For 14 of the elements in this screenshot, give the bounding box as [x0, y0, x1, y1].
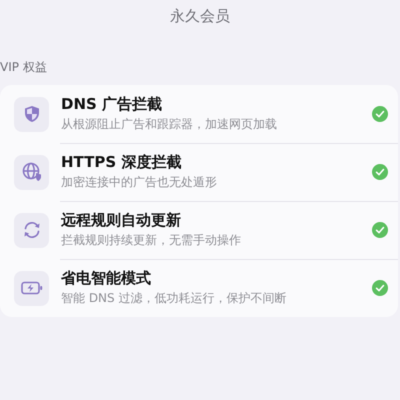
page-title: 永久会员 [169, 6, 231, 27]
benefit-description: 拦截规则持续更新，无需手动操作 [61, 232, 242, 249]
benefit-title: 省电智能模式 [61, 269, 152, 288]
sync-icon [22, 221, 42, 239]
benefit-description: 加密连接中的广告也无处遁形 [61, 174, 218, 191]
section-label: VIP 权益 [0, 59, 48, 76]
globe-icon [22, 162, 42, 182]
benefit-title: HTTPS 深度拦截 [61, 153, 182, 172]
shield-icon [24, 105, 40, 123]
benefit-title: DNS 广告拦截 [61, 95, 164, 114]
benefit-description: 从根源阻止广告和跟踪器，加速网页加载 [61, 116, 278, 133]
benefit-title: 远程规则自动更新 [61, 211, 182, 230]
battery-icon [20, 281, 42, 295]
benefit-description: 智能 DNS 过滤，低功耗运行，保护不间断 [61, 290, 288, 307]
